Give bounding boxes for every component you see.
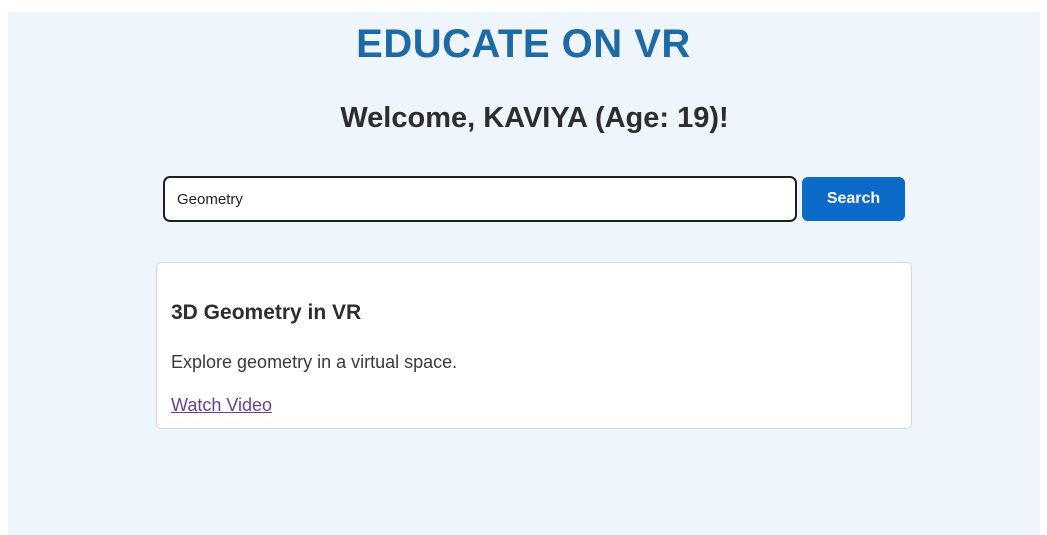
- result-title: 3D Geometry in VR: [171, 301, 362, 324]
- search-bar: Search: [163, 176, 905, 222]
- search-input[interactable]: [163, 176, 797, 222]
- watch-video-link[interactable]: Watch Video: [171, 395, 272, 416]
- welcome-heading: Welcome, KAVIYA (Age: 19)!: [340, 102, 729, 134]
- result-card: 3D Geometry in VR Explore geometry in a …: [156, 262, 912, 429]
- result-description: Explore geometry in a virtual space.: [171, 352, 458, 372]
- search-button[interactable]: Search: [802, 177, 905, 221]
- app-title: EDUCATE ON VR: [356, 22, 691, 66]
